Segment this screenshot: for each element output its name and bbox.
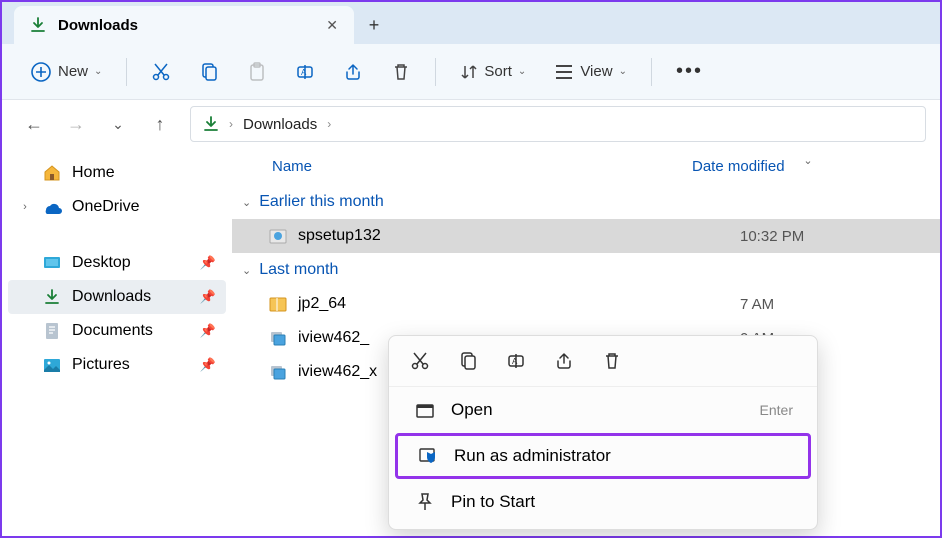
rename-button[interactable]: A [503, 348, 529, 374]
rename-icon: A [295, 62, 315, 82]
rename-button[interactable]: A [285, 56, 325, 88]
chevron-down-icon: ⌄ [803, 154, 812, 167]
separator [126, 58, 127, 86]
share-button[interactable] [333, 56, 373, 88]
separator [435, 58, 436, 86]
column-headers: Name Date modified ⌄ [232, 148, 940, 185]
chevron-down-icon: ⌄ [242, 264, 251, 277]
context-menu: A Open Enter Run as administrator Pin to… [388, 335, 818, 530]
chevron-right-icon: › [229, 117, 233, 131]
pin-icon: 📌 [200, 289, 216, 305]
chevron-down-icon: ⌄ [518, 66, 526, 77]
forward-button[interactable]: → [58, 106, 94, 142]
shield-icon [416, 446, 440, 466]
rename-icon: A [506, 351, 526, 371]
chevron-right-icon: › [327, 117, 331, 131]
sidebar: Home › OneDrive Desktop 📌 Downloads 📌 [2, 148, 232, 536]
copy-button[interactable] [189, 56, 229, 88]
separator [651, 58, 652, 86]
address-bar[interactable]: › Downloads › [190, 106, 926, 142]
open-icon [413, 401, 437, 419]
file-row[interactable]: spsetup132 10:32 PM [232, 219, 940, 253]
sort-icon [460, 63, 478, 81]
pin-icon [413, 492, 437, 512]
view-button[interactable]: View ⌄ [544, 57, 637, 87]
context-run-admin[interactable]: Run as administrator [395, 433, 811, 479]
delete-button[interactable] [599, 348, 625, 374]
trash-icon [602, 351, 622, 371]
tab-title: Downloads [58, 17, 314, 34]
new-icon [30, 61, 52, 83]
tab-bar: Downloads ✕ + [2, 2, 940, 44]
column-name[interactable]: Name [272, 158, 692, 175]
context-toolbar: A [389, 336, 817, 387]
copy-button[interactable] [455, 348, 481, 374]
pin-icon: 📌 [200, 323, 216, 339]
installer-icon [268, 328, 288, 348]
installer-icon [268, 226, 288, 246]
new-button[interactable]: New ⌄ [20, 55, 112, 89]
archive-icon [268, 294, 288, 314]
trash-icon [391, 62, 411, 82]
scissors-icon [410, 351, 430, 371]
cut-button[interactable] [141, 56, 181, 88]
close-tab-button[interactable]: ✕ [326, 17, 338, 34]
back-button[interactable]: ← [16, 106, 52, 142]
view-icon [554, 63, 574, 81]
pin-icon: 📌 [200, 255, 216, 271]
paste-icon [247, 62, 267, 82]
chevron-down-icon: ⌄ [242, 196, 251, 209]
downloads-icon [203, 116, 219, 132]
share-icon [343, 62, 363, 82]
documents-icon [42, 322, 62, 340]
sort-button[interactable]: Sort ⌄ [450, 57, 536, 87]
copy-icon [199, 62, 219, 82]
svg-text:A: A [301, 68, 307, 77]
sidebar-item-onedrive[interactable]: › OneDrive [8, 190, 226, 224]
column-date[interactable]: Date modified ⌄ [692, 158, 785, 175]
onedrive-icon [42, 200, 62, 214]
scissors-icon [151, 62, 171, 82]
recent-button[interactable]: ⌄ [100, 106, 136, 142]
group-header[interactable]: ⌄ Last month [232, 253, 940, 287]
sidebar-item-pictures[interactable]: Pictures 📌 [8, 348, 226, 382]
more-button[interactable]: ••• [666, 54, 713, 89]
svg-text:A: A [512, 357, 518, 366]
sidebar-item-downloads[interactable]: Downloads 📌 [8, 280, 226, 314]
tab-downloads[interactable]: Downloads ✕ [14, 6, 354, 44]
pictures-icon [42, 358, 62, 373]
context-pin-start[interactable]: Pin to Start [395, 482, 811, 522]
installer-icon [268, 362, 288, 382]
paste-button[interactable] [237, 56, 277, 88]
group-header[interactable]: ⌄ Earlier this month [232, 185, 940, 219]
sidebar-item-home[interactable]: Home [8, 156, 226, 190]
breadcrumb-segment[interactable]: Downloads [243, 116, 317, 133]
nav-row: ← → ⌄ ↑ › Downloads › [2, 100, 940, 148]
toolbar: New ⌄ A Sort ⌄ View ⌄ ••• [2, 44, 940, 100]
cut-button[interactable] [407, 348, 433, 374]
downloads-icon [30, 17, 46, 33]
chevron-down-icon: ⌄ [619, 66, 627, 77]
delete-button[interactable] [381, 56, 421, 88]
up-button[interactable]: ↑ [142, 106, 178, 142]
pin-icon: 📌 [200, 357, 216, 373]
downloads-icon [42, 289, 62, 305]
context-open[interactable]: Open Enter [395, 390, 811, 430]
home-icon [42, 164, 62, 182]
chevron-down-icon: ⌄ [94, 66, 102, 77]
sidebar-item-desktop[interactable]: Desktop 📌 [8, 246, 226, 280]
sidebar-item-documents[interactable]: Documents 📌 [8, 314, 226, 348]
chevron-right-icon: › [18, 201, 32, 213]
new-tab-button[interactable]: + [354, 6, 394, 44]
copy-icon [458, 351, 478, 371]
file-row[interactable]: jp2_64 7 AM [232, 287, 940, 321]
share-icon [554, 351, 574, 371]
share-button[interactable] [551, 348, 577, 374]
desktop-icon [42, 256, 62, 270]
